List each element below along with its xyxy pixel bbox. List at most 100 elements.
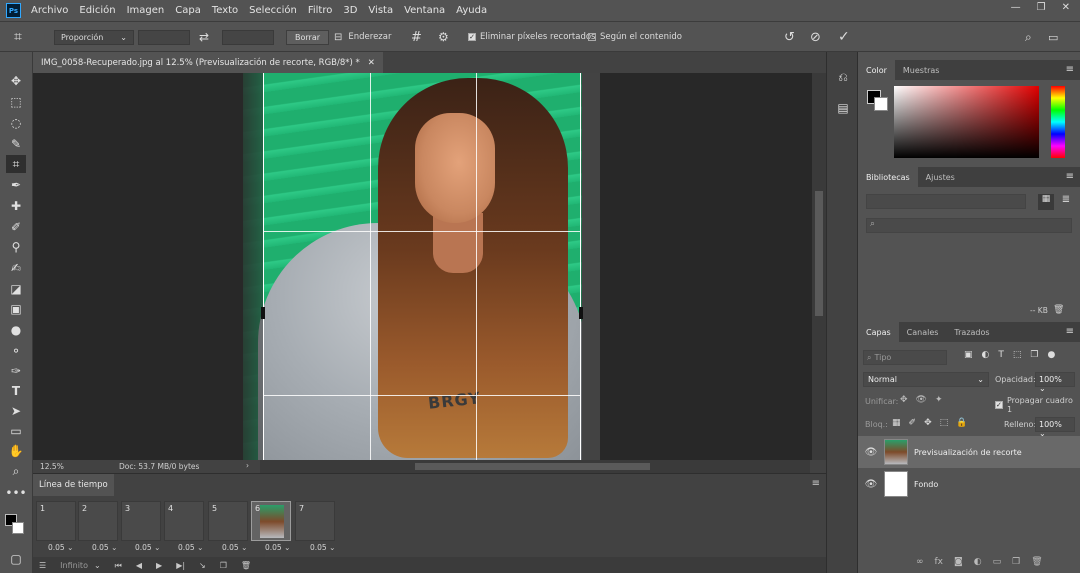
search-icon[interactable]: ⌕ [1025,28,1032,46]
cancel-icon[interactable]: ⊘ [810,28,821,46]
rectangle-tool-icon[interactable]: ▭ [6,422,26,440]
dodge-tool-icon[interactable]: ⚬ [6,342,26,360]
crop-tool-preset-icon[interactable]: ⌗ [14,28,22,46]
trash-icon[interactable]: 🗑 [241,561,251,570]
status-menu-arrow-icon[interactable]: › [246,461,249,470]
timeline-frame[interactable]: 7 [295,501,335,541]
document-tab[interactable]: IMG_0058-Recuperado.jpg al 12.5% (Previs… [33,52,383,73]
lock-position-icon[interactable]: ✥ [924,418,932,428]
unify-position-icon[interactable]: ✥ [900,395,908,405]
frame-delay[interactable]: 0.05 ⌄ [178,543,203,552]
straighten-control[interactable]: ⊟ Enderezar [334,28,391,46]
layer-row-selected[interactable]: 👁 Previsualización de recorte [858,436,1080,468]
blur-tool-icon[interactable]: ● [6,321,26,339]
blend-mode-dropdown[interactable]: Normal ⌄ [863,372,989,387]
swap-icon[interactable]: ⇄ [199,28,209,46]
workspace-icon[interactable]: ▭ [1048,28,1058,46]
first-frame-icon[interactable]: ⏮ [115,561,122,571]
menu-edicion[interactable]: Edición [79,5,115,16]
stamp-tool-icon[interactable]: ⚲ [6,238,26,256]
link-layers-icon[interactable]: ∞ [916,557,924,567]
background-color-chip[interactable] [874,97,888,111]
trash-icon[interactable]: 🗑 [1031,557,1042,567]
grid-view-icon[interactable]: ▦ [1038,194,1054,210]
menu-ventana[interactable]: Ventana [404,5,445,16]
commit-check-icon[interactable]: ✓ [838,28,850,46]
hand-tool-icon[interactable]: ✋ [6,442,26,460]
tab-channels[interactable]: Canales [899,322,947,342]
menu-vista[interactable]: Vista [368,5,393,16]
layer-mask-icon[interactable]: ◙ [954,557,963,567]
crop-handle-left[interactable] [261,307,265,319]
gradient-tool-icon[interactable]: ▣ [6,300,26,318]
tab-color[interactable]: Color [858,60,895,80]
horizontal-scrollbar[interactable] [260,460,810,473]
crop-tool-icon[interactable]: ⌗ [6,155,26,173]
trash-icon[interactable]: 🗑 [1053,305,1064,315]
crop-box[interactable] [261,73,583,460]
move-tool-icon[interactable]: ✥ [6,72,26,90]
history-brush-tool-icon[interactable]: ✍ [6,259,26,277]
panel-menu-icon[interactable]: ≡ [1066,64,1074,75]
timeline-frame[interactable]: 1 [36,501,76,541]
zoom-level[interactable]: 12.5% [40,462,64,471]
width-field[interactable] [138,29,190,45]
content-aware-checkbox[interactable]: Según el contenido [588,28,682,46]
gear-icon[interactable]: ⚙ [438,28,449,46]
convert-timeline-icon[interactable]: ☰ [39,561,46,570]
frame-delay[interactable]: 0.05 ⌄ [265,543,290,552]
panel-menu-icon[interactable]: ≡ [1066,171,1074,182]
path-select-tool-icon[interactable]: ➤ [6,402,26,420]
play-icon[interactable]: ▶ [156,561,162,570]
frame-delay[interactable]: 0.05 ⌄ [135,543,160,552]
timeline-tab[interactable]: Línea de tiempo [33,474,114,496]
fill-field[interactable]: 100% ⌄ [1035,417,1075,438]
smart-object-filter-icon[interactable]: ❐ [1030,350,1038,360]
lasso-tool-icon[interactable]: ◌ [6,114,26,132]
new-group-icon[interactable]: ▭ [993,557,1002,567]
reset-icon[interactable]: ↺ [784,28,795,46]
delete-cropped-checkbox[interactable]: ✓ Eliminar píxeles recortados [468,28,595,46]
tab-layers[interactable]: Capas [858,322,899,342]
next-frame-icon[interactable]: ▶| [176,561,185,570]
layer-filter-input[interactable]: ⌕ Tipo [863,350,947,365]
list-view-icon[interactable]: ≣ [1058,194,1074,210]
new-layer-icon[interactable]: ❐ [1012,557,1020,567]
color-field[interactable] [894,86,1039,158]
timeline-frame[interactable]: 5 [208,501,248,541]
menu-seleccion[interactable]: Selección [249,5,297,16]
ratio-dropdown[interactable]: Proporción ⌄ [54,29,134,45]
library-search-input[interactable]: ⌕ [866,218,1072,233]
menu-imagen[interactable]: Imagen [127,5,165,16]
lock-all-icon[interactable]: 🔒 [956,418,967,428]
lock-artboard-icon[interactable]: ⬚ [940,418,949,428]
hue-slider[interactable] [1051,86,1065,158]
timeline-frame[interactable]: 4 [164,501,204,541]
adjustment-filter-icon[interactable]: ◐ [982,350,990,360]
layer-row[interactable]: 👁 Fondo [858,468,1080,500]
brush-tool-icon[interactable]: ✐ [6,218,26,236]
canvas-area[interactable]: BRGY [33,73,826,460]
overlay-grid-icon[interactable]: # [411,28,422,46]
layer-style-icon[interactable]: fx [935,557,944,567]
tween-icon[interactable]: ↘ [199,561,206,570]
tab-libraries[interactable]: Bibliotecas [858,167,918,187]
timeline-frame-selected[interactable]: 6 [251,501,291,541]
tab-paths[interactable]: Trazados [946,322,997,342]
pen-tool-icon[interactable]: ✑ [6,362,26,380]
shape-filter-icon[interactable]: ⬚ [1013,350,1022,360]
tab-swatches[interactable]: Muestras [895,60,948,80]
clear-button[interactable]: Borrar [286,29,330,45]
opacity-field[interactable]: 100% ⌄ [1035,372,1075,393]
propagate-frame-checkbox[interactable]: ✓ Propagar cuadro 1 [995,396,1080,414]
restore-button[interactable]: ❐ [1037,2,1046,13]
vertical-scrollbar[interactable] [812,73,826,460]
marquee-tool-icon[interactable]: ⬚ [6,93,26,111]
healing-tool-icon[interactable]: ✚ [6,197,26,215]
close-button[interactable]: ✕ [1062,2,1070,13]
eyedropper-tool-icon[interactable]: ✒ [6,176,26,194]
menu-filtro[interactable]: Filtro [308,5,333,16]
unify-visibility-icon[interactable]: 👁 [916,395,927,405]
filter-toggle-icon[interactable]: ● [1047,350,1055,360]
crop-handle-right[interactable] [579,307,583,319]
